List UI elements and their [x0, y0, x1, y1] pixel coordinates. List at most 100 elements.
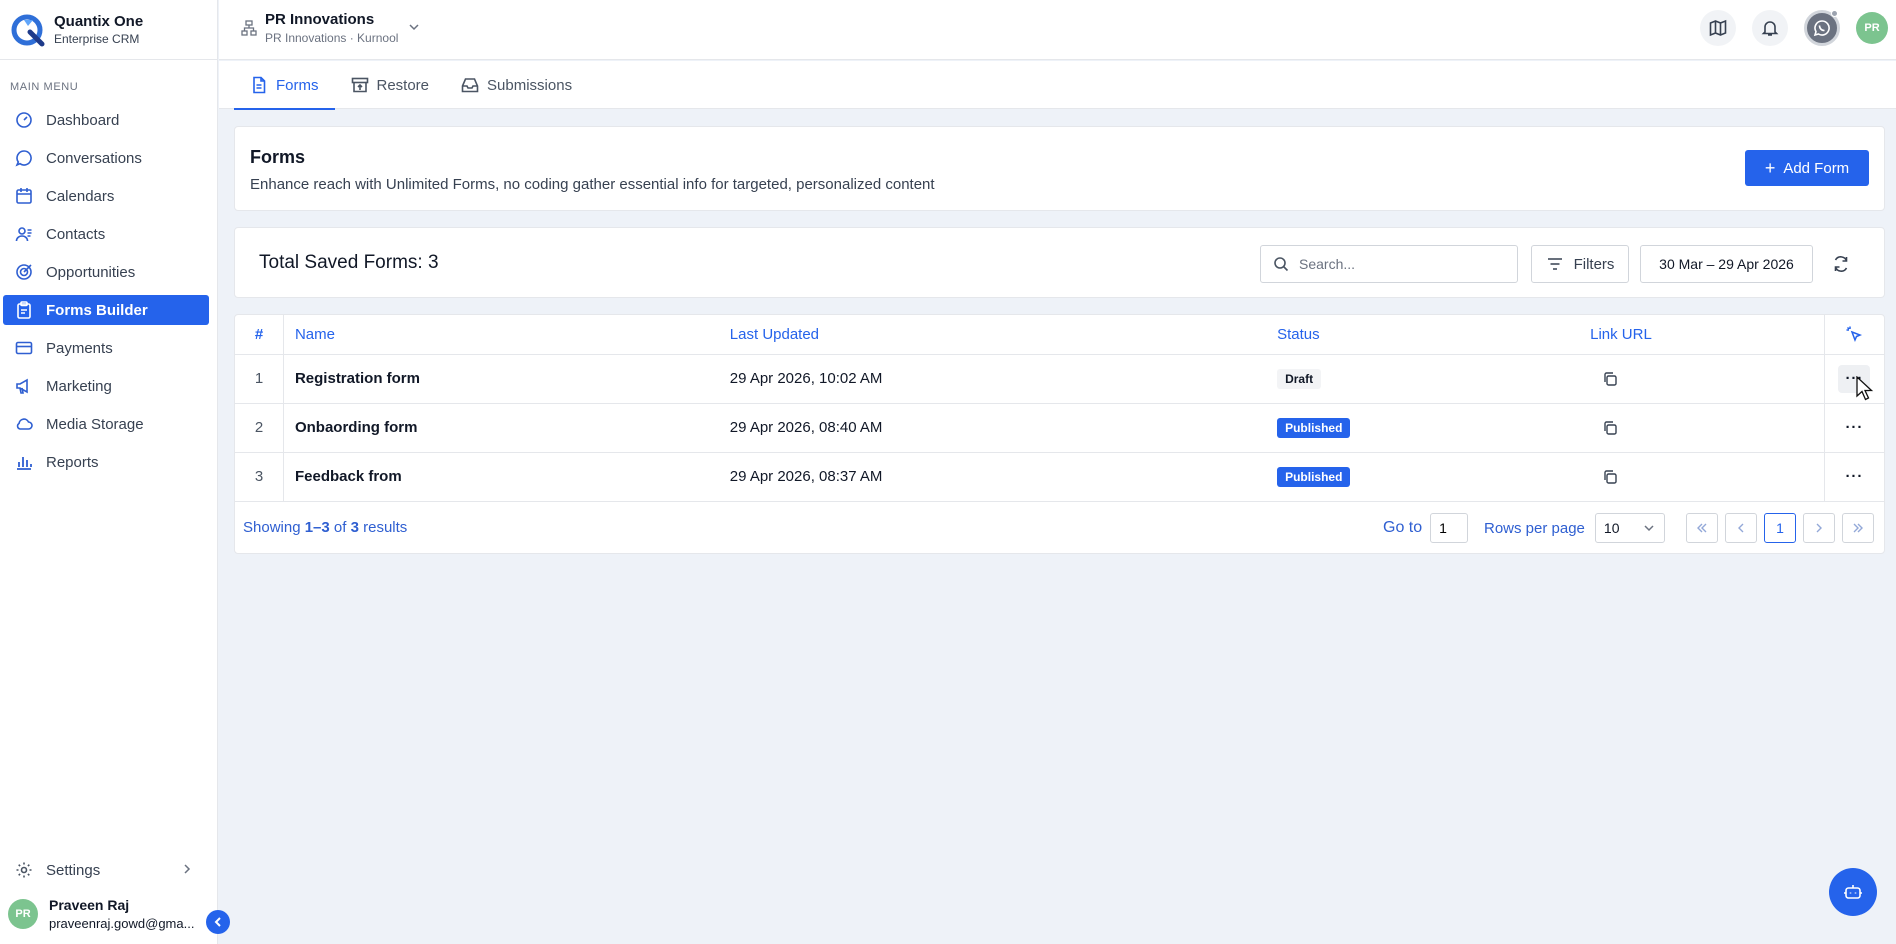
map-icon: [1709, 19, 1727, 37]
collapse-sidebar-button[interactable]: [206, 910, 230, 934]
form-name[interactable]: Registration form: [283, 354, 730, 404]
notifications-button[interactable]: [1752, 10, 1788, 46]
tab-forms[interactable]: Forms: [234, 61, 335, 110]
org-switcher[interactable]: PR Innovations PR Innovations · Kurnool: [241, 11, 420, 45]
page-description: Enhance reach with Unlimited Forms, no c…: [250, 176, 935, 193]
filter-icon: [1547, 258, 1562, 270]
sidebar-item-label: Contacts: [46, 225, 106, 243]
org-tree-icon: [241, 20, 257, 36]
map-button[interactable]: [1700, 10, 1736, 46]
last-updated: 29 Apr 2026, 10:02 AM: [729, 354, 1278, 404]
avatar[interactable]: PR: [1856, 12, 1888, 44]
tab-restore[interactable]: Restore: [335, 61, 446, 109]
sidebar-item-marketing[interactable]: Marketing: [3, 371, 209, 401]
brand-subtitle: Enterprise CRM: [54, 32, 140, 46]
filters-label: Filters: [1573, 255, 1615, 273]
org-name: PR Innovations: [265, 11, 375, 28]
chevron-left-icon: [1738, 523, 1744, 533]
row-actions-button[interactable]: ···: [1838, 463, 1870, 491]
goto-page-input[interactable]: [1430, 513, 1469, 543]
sidebar-item-dashboard[interactable]: Dashboard: [3, 105, 209, 135]
filters-button[interactable]: Filters: [1531, 245, 1629, 283]
status-badge: Published: [1277, 417, 1351, 438]
sidebar-item-settings[interactable]: Settings: [3, 855, 209, 885]
sidebar-item-contacts[interactable]: Contacts: [3, 219, 209, 249]
showing-range: 1–3: [304, 519, 330, 536]
table-header-row: # Name Last Updated Status Link URL: [235, 315, 1884, 355]
column-header-number: #: [235, 315, 284, 355]
column-settings[interactable]: [1823, 315, 1884, 355]
user-email: praveenraj.gowd@gma...: [49, 916, 195, 931]
showing-of: of: [333, 519, 347, 536]
forms-table: # Name Last Updated Status Link URL 1 Re…: [235, 315, 1884, 502]
pagination: Showing 1–3 of 3 results Go to Rows per …: [235, 501, 1884, 554]
table-row[interactable]: 2 Onbaording form 29 Apr 2026, 08:40 AM …: [235, 403, 1884, 453]
showing-total: 3: [350, 519, 359, 536]
search-box[interactable]: [1260, 245, 1518, 283]
sidebar-item-label: Opportunities: [46, 263, 136, 281]
column-header-link-url: Link URL: [1590, 315, 1825, 355]
table-row[interactable]: 3 Feedback from 29 Apr 2026, 08:37 AM Pu…: [235, 452, 1884, 502]
chevron-right-icon: [1816, 523, 1822, 533]
status-dot: [1831, 10, 1838, 17]
brand[interactable]: Quantix One Enterprise CRM: [0, 0, 217, 60]
last-updated: 29 Apr 2026, 08:37 AM: [729, 452, 1278, 502]
sidebar-item-calendars[interactable]: Calendars: [3, 181, 209, 211]
column-header-last-updated[interactable]: Last Updated: [729, 315, 1278, 355]
date-range-picker[interactable]: 30 Mar – 29 Apr 2026: [1640, 245, 1813, 283]
mouse-cursor-icon: [1856, 376, 1874, 401]
assistant-bot-button[interactable]: [1829, 868, 1877, 916]
chat-icon: [15, 150, 32, 167]
archive-icon: [351, 77, 368, 93]
rows-per-page-label: Rows per page: [1484, 519, 1585, 537]
topbar: PR Innovations PR Innovations · Kurnool …: [219, 0, 1896, 60]
column-header-status[interactable]: Status: [1277, 315, 1591, 355]
inbox-icon: [461, 78, 479, 93]
total-saved-forms: Total Saved Forms: 3: [259, 252, 439, 273]
prev-page-button[interactable]: [1725, 513, 1757, 543]
search-input[interactable]: [1299, 256, 1499, 272]
sidebar-item-opportunities[interactable]: Opportunities: [3, 257, 209, 287]
column-header-name[interactable]: Name: [283, 315, 730, 355]
copy-icon[interactable]: [1602, 420, 1618, 436]
tab-submissions[interactable]: Submissions: [445, 61, 588, 109]
page-buttons: 1: [1686, 513, 1881, 543]
sidebar-item-label: Marketing: [46, 377, 112, 395]
gauge-icon: [16, 112, 32, 128]
target-icon: [16, 264, 32, 280]
sidebar-item-forms-builder[interactable]: Forms Builder: [3, 295, 209, 325]
sidebar-item-label: Forms Builder: [46, 301, 148, 319]
sidebar-item-label: Payments: [46, 339, 113, 357]
row-actions-button[interactable]: ···: [1838, 414, 1870, 442]
user-name: Praveen Raj: [49, 897, 130, 913]
whatsapp-button[interactable]: [1804, 10, 1840, 46]
last-page-button[interactable]: [1842, 513, 1874, 543]
rows-per-page-select[interactable]: 10: [1594, 513, 1665, 543]
sidebar-item-label: Media Storage: [46, 415, 144, 433]
main-menu: Dashboard Conversations Calendars Contac…: [3, 105, 209, 485]
sidebar-item-label: Dashboard: [46, 111, 120, 129]
page-button-current[interactable]: 1: [1764, 513, 1796, 543]
refresh-icon[interactable]: [1831, 254, 1851, 274]
user-profile[interactable]: PR Praveen Raj praveenraj.gowd@gma...: [8, 897, 201, 931]
settings-label: Settings: [46, 861, 101, 879]
row-number: 2: [235, 403, 284, 453]
forms-table-card: # Name Last Updated Status Link URL 1 Re…: [234, 314, 1885, 554]
sidebar-item-payments[interactable]: Payments: [3, 333, 209, 363]
form-name[interactable]: Feedback from: [283, 452, 730, 502]
copy-icon[interactable]: [1602, 371, 1618, 387]
copy-icon[interactable]: [1602, 469, 1618, 485]
sidebar-item-label: Calendars: [46, 187, 115, 205]
add-form-button[interactable]: + Add Form: [1745, 150, 1869, 186]
tab-bar: Forms Restore Submissions: [219, 61, 1896, 110]
brand-name: Quantix One: [54, 13, 144, 30]
sidebar-item-conversations[interactable]: Conversations: [3, 143, 209, 173]
table-row[interactable]: 1 Registration form 29 Apr 2026, 10:02 A…: [235, 354, 1884, 404]
next-page-button[interactable]: [1803, 513, 1835, 543]
first-page-button[interactable]: [1686, 513, 1718, 543]
sidebar-item-reports[interactable]: Reports: [3, 447, 209, 477]
menu-heading: MAIN MENU: [10, 81, 79, 93]
status-badge: Draft: [1277, 368, 1322, 389]
sidebar-item-media-storage[interactable]: Media Storage: [3, 409, 209, 439]
form-name[interactable]: Onbaording form: [283, 403, 730, 453]
